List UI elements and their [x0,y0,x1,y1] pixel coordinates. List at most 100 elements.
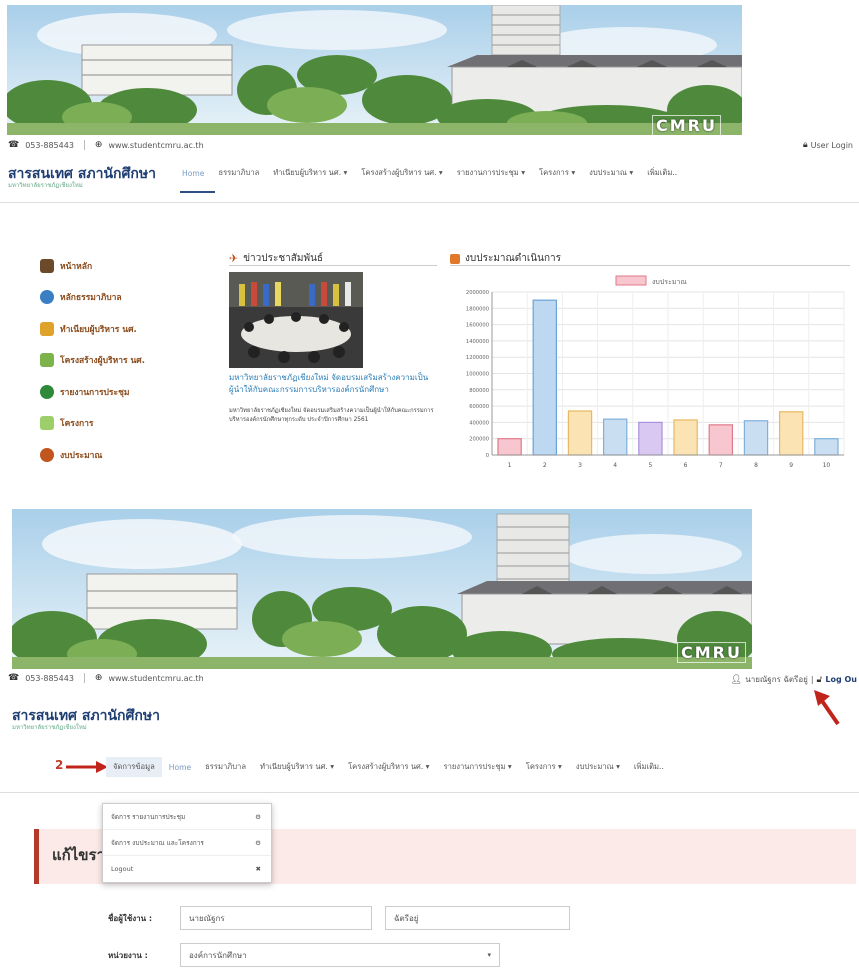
campus-scene-image [7,5,742,135]
user-area: 👤︎ นายณัฐกร ฉัตรีอยู่ | 🔓︎ Log Ou [731,673,857,686]
menu-item-logout[interactable]: Logout ✖ [103,856,271,882]
user-login-label: User Login [810,140,853,150]
scales-icon [40,290,54,305]
divider [83,673,85,683]
phone-icon: ☎ [8,673,20,683]
globe-icon: ⊕ [94,673,103,683]
nav-meeting-reports[interactable]: รายงานการประชุม ▾ [436,757,518,777]
header-banner-2: CMRU [12,509,752,669]
y-tick-label: 1400000 [466,339,489,345]
nav-active-indicator [180,191,215,193]
x-tick-label: 6 [684,462,688,469]
divider: | [810,675,814,684]
x-tick-label: 2 [543,462,547,469]
sidebar-item-label: งบประมาณ [60,450,103,461]
sidebar-item-governance[interactable]: หลักธรรมาภิบาล [40,282,200,314]
bar [814,438,839,456]
sidebar-item-budget[interactable]: งบประมาณ [40,439,200,471]
user-icon: 👤︎ [730,674,743,685]
website-link[interactable]: www.studentcmru.ac.th [108,141,203,150]
sidebar-item-executive-structure[interactable]: โครงสร้างผู้บริหาร นศ. [40,345,200,377]
budget-heading-rule [450,265,850,266]
user-login-link[interactable]: 🔒︎ User Login [803,140,853,150]
lock-icon: 🔒︎ [802,140,808,150]
nav-executive-structure[interactable]: โครงสร้างผู้บริหาร นศ. ▾ [354,163,449,183]
last-name-field[interactable]: ฉัตรีอยู่ [385,906,570,930]
manage-data-dropdown: จัดการ รายงานการประชุม ⚙ จัดการ งบประมาณ… [102,803,272,883]
menu-item-label: จัดการ รายงานการประชุม [111,812,186,821]
nav-governance[interactable]: ธรรมาภิบาล [198,757,253,777]
bar [673,419,698,456]
menu-item-manage-budget-projects[interactable]: จัดการ งบประมาณ และโครงการ ⚙ [103,830,271,856]
nav-executive-directory[interactable]: ทำเนียบผู้บริหาร นศ. ▾ [253,757,341,777]
close-icon: ✖ [255,865,261,873]
nav-more[interactable]: เพิ่มเติม.. [640,163,684,183]
annotation-arrow-right-icon [66,761,108,773]
y-tick-label: 800000 [469,388,489,394]
coin-icon [40,447,54,462]
website-link[interactable]: www.studentcmru.ac.th [108,674,203,683]
logout-link[interactable]: Log Ou [825,675,857,684]
meeting-icon [40,384,54,399]
news-body: มหาวิทยาลัยราชภัฏเชียงใหม่ จัดอบรมเสริมส… [229,408,434,423]
nav-home[interactable]: Home [162,757,198,777]
divider [83,140,85,150]
news-photo-image [229,272,363,368]
nav-executive-structure[interactable]: โครงสร้างผู้บริหาร นศ. ▾ [341,757,436,777]
bar [602,418,628,456]
menu-item-manage-meeting-reports[interactable]: จัดการ รายงานการประชุม ⚙ [103,804,271,830]
contact-bar: ☎ 053-885443 ⊕ www.studentcmru.ac.th [8,673,204,683]
nav-executive-directory[interactable]: ทำเนียบผู้บริหาร นศ. ▾ [266,163,354,183]
project-icon [40,416,54,431]
nav-projects[interactable]: โครงการ ▾ [519,757,569,777]
sidebar-item-projects[interactable]: โครงการ [40,408,200,440]
logged-in-user[interactable]: นายณัฐกร ฉัตรีอยู่ [745,673,808,686]
chevron-down-icon: ▾ [487,951,491,959]
news-photo[interactable] [229,272,363,368]
megaphone-icon: ✈ [229,252,239,265]
menu-item-label: จัดการ งบประมาณ และโครงการ [111,838,204,847]
bar [778,411,804,456]
nav-more[interactable]: เพิ่มเติม.. [627,757,671,777]
sidebar-item-executive-directory[interactable]: ทำเนียบผู้บริหาร นศ. [40,313,200,345]
x-tick-label: 4 [613,462,617,469]
sidebar-item-label: โครงการ [60,419,94,430]
username-label: ชื่อผู้ใช้งาน : [108,914,153,923]
sidebar-item-label: รายงานการประชุม [60,387,130,398]
group-icon [40,321,54,336]
cmru-logo: CMRU [677,642,746,663]
legend-swatch [615,275,647,286]
nav-home[interactable]: Home [175,163,211,183]
globe-icon: ⊕ [94,140,103,150]
phone-number: 053-885443 [25,140,74,150]
main-nav: Home ธรรมาภิบาล ทำเนียบผู้บริหาร นศ. ▾ โ… [175,163,684,183]
nav-projects[interactable]: โครงการ ▾ [532,163,582,183]
nav-manage-data[interactable]: จัดการข้อมูล [106,757,162,777]
nav-meeting-reports[interactable]: รายงานการประชุม ▾ [450,163,532,183]
unit-select[interactable]: องค์การนักศึกษา ▾ [180,943,500,967]
y-tick-label: 1000000 [466,372,489,378]
y-tick-label: 1600000 [466,323,489,329]
sidebar-item-home[interactable]: หน้าหลัก [40,250,200,282]
unlock-icon: 🔓︎ [816,674,823,685]
bar [743,420,769,456]
news-title-link[interactable]: มหาวิทยาลัยราชภัฏเชียงใหม่ จัดอบรมเสริมส… [229,372,439,395]
bar [532,299,558,456]
y-tick-label: 1800000 [466,306,489,312]
nav-governance[interactable]: ธรรมาภิบาล [211,163,266,183]
x-tick-label: 1 [508,462,512,469]
nav-divider [0,792,859,793]
site-subtitle: มหาวิทยาลัยราชภัฏเชียงใหม่ [8,182,83,189]
first-name-field[interactable]: นายณัฐกร [180,906,372,930]
header-banner-1: CMRU [7,5,742,135]
x-tick-label: 3 [578,462,582,469]
sidebar-item-meeting-reports[interactable]: รายงานการประชุม [40,376,200,408]
y-tick-label: 400000 [469,420,489,426]
nav-budget[interactable]: งบประมาณ ▾ [582,163,640,183]
nav-budget[interactable]: งบประมาณ ▾ [569,757,627,777]
bar [708,424,734,456]
x-tick-label: 7 [719,462,723,469]
y-tick-label: 600000 [469,404,489,410]
news-heading-rule [229,265,437,266]
menu-item-label: Logout [111,865,134,873]
